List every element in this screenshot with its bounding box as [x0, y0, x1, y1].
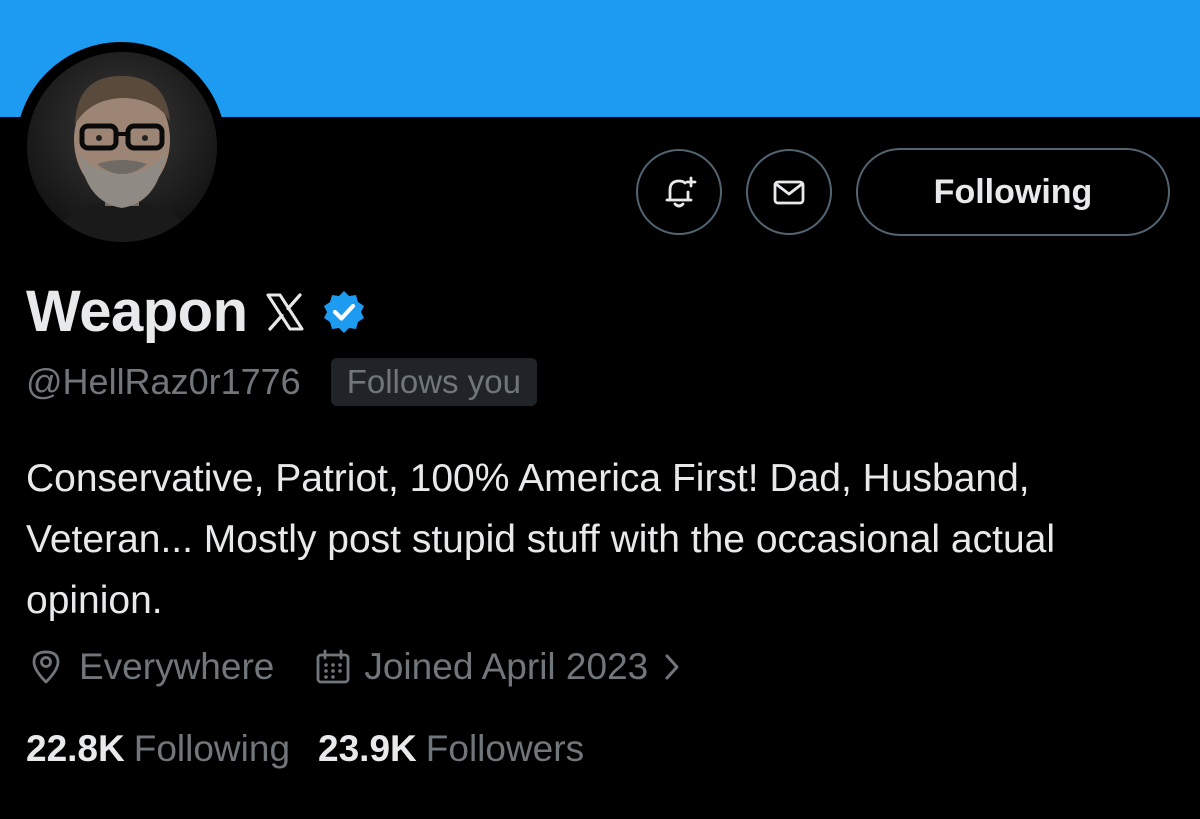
location-item: Everywhere: [26, 646, 274, 688]
profile-actions: Following: [636, 148, 1170, 236]
followers-stat[interactable]: 23.9K Followers: [318, 728, 584, 770]
message-button[interactable]: [746, 149, 832, 235]
avatar[interactable]: [27, 52, 217, 242]
joined-text: Joined April 2023: [364, 646, 649, 687]
chevron-right-icon: [665, 654, 679, 680]
envelope-icon: [773, 180, 805, 205]
location-pin-icon: [32, 650, 60, 684]
followers-label: Followers: [425, 728, 585, 769]
profile-meta: Everywhere Joined April 2023: [26, 646, 686, 688]
follows-you-badge: Follows you: [330, 358, 537, 406]
follow-stats: 22.8K Following 23.9K Followers: [26, 728, 584, 770]
notify-button[interactable]: [636, 149, 722, 235]
following-count: 22.8K: [26, 728, 125, 769]
display-name-row: Weapon: [26, 278, 368, 345]
followers-count: 23.9K: [318, 728, 417, 769]
following-stat[interactable]: 22.8K Following: [26, 728, 290, 770]
avatar-portrait: [27, 52, 217, 242]
username-handle: @HellRaz0r1776: [26, 361, 301, 402]
calendar-icon: [316, 649, 350, 684]
bell-plus-icon: [665, 176, 697, 208]
location-text: Everywhere: [79, 646, 275, 687]
profile-bio: Conservative, Patriot, 100% America Firs…: [26, 457, 1056, 622]
verified-badge-icon[interactable]: [320, 288, 368, 336]
joined-item[interactable]: Joined April 2023: [314, 646, 686, 688]
handle-row: @HellRaz0r1776 Follows you: [26, 358, 537, 406]
x-logo-icon: [266, 292, 303, 331]
following-button[interactable]: Following: [856, 148, 1170, 236]
display-name: Weapon: [26, 279, 248, 344]
following-label: Following: [133, 728, 291, 769]
